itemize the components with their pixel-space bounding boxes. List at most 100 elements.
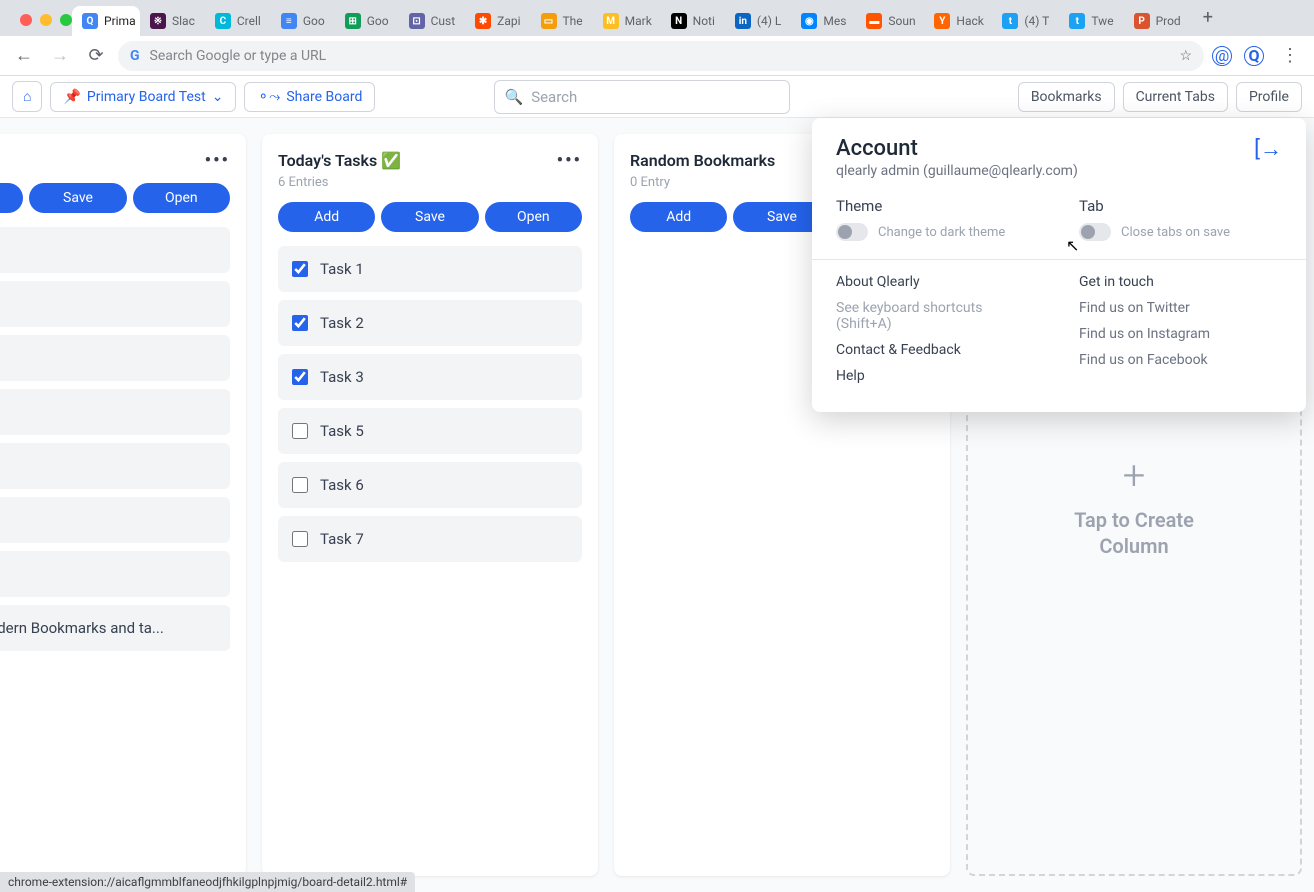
tab-favicon: ≡	[281, 13, 297, 29]
tab-label: (4) L	[757, 14, 781, 28]
task-checkbox[interactable]	[292, 369, 308, 385]
browser-tab[interactable]: ⊡Cust	[399, 6, 466, 36]
account-link[interactable]: About Qlearly	[836, 274, 1039, 290]
open-button[interactable]: Open	[485, 202, 582, 232]
add-button[interactable]: Add	[0, 183, 23, 213]
browser-tab[interactable]: ◉Mes	[791, 6, 856, 36]
browser-tab[interactable]: PProd	[1124, 6, 1191, 36]
extension-icon-1[interactable]: @	[1212, 46, 1232, 66]
save-button[interactable]: Save	[381, 202, 478, 232]
search-input[interactable]: 🔍 Search	[494, 80, 790, 114]
close-window-button[interactable]	[20, 14, 32, 26]
list-item[interactable]: Task 3	[278, 354, 582, 400]
tab-strip: QPrima×※Slac C Crell ≡Goo⊞Goo⊡Cust✱Zapi▭The…	[0, 0, 1314, 36]
profile-button[interactable]: Profile	[1236, 82, 1302, 112]
browser-tab[interactable]: t(4) T	[992, 6, 1059, 36]
social-link[interactable]: Find us on Instagram	[1079, 326, 1282, 342]
list-item[interactable]: va	[0, 281, 230, 327]
browser-tab[interactable]: ▭The	[531, 6, 593, 36]
list-item[interactable]: Task 5	[278, 408, 582, 454]
account-user: qlearly admin (guillaume@qlearly.com)	[836, 163, 1078, 179]
column-menu-icon[interactable]: •••	[205, 150, 230, 171]
browser-tab[interactable]: ✱Zapi	[465, 6, 530, 36]
back-button[interactable]: ←	[10, 42, 38, 70]
social-link[interactable]: Find us on Facebook	[1079, 352, 1282, 368]
column-meta: 6 Entries	[278, 175, 582, 190]
account-link[interactable]: Help	[836, 368, 1039, 384]
save-button[interactable]: Save	[29, 183, 126, 213]
task-checkbox[interactable]	[292, 531, 308, 547]
theme-toggle[interactable]	[836, 223, 868, 241]
list-item[interactable]: r Picker	[0, 551, 230, 597]
browser-tab[interactable]: in(4) L	[725, 6, 791, 36]
list-item[interactable]: us	[0, 389, 230, 435]
maximize-window-button[interactable]	[60, 14, 72, 26]
url-bar-right: @ Q ⋮	[1212, 42, 1304, 70]
column: Today's Tasks ✅•••6 EntriesAddSaveOpenTa…	[262, 134, 598, 876]
star-icon[interactable]: ☆	[1179, 48, 1192, 64]
tab-label: The	[563, 14, 583, 28]
task-checkbox[interactable]	[292, 315, 308, 331]
browser-tab[interactable]: C Crell	[205, 6, 271, 36]
add-button[interactable]: Add	[278, 202, 375, 232]
list-item[interactable]: BB	[0, 443, 230, 489]
about-links: About Qlearly See keyboard shortcuts (Shi…	[836, 274, 1039, 394]
minimize-window-button[interactable]	[40, 14, 52, 26]
share-button[interactable]: ⚬⤳ Share Board	[244, 82, 375, 112]
divider	[812, 259, 1306, 260]
task-checkbox[interactable]	[292, 477, 308, 493]
add-button[interactable]: Add	[630, 202, 727, 232]
home-icon: ⌂	[23, 88, 31, 105]
board-selector[interactable]: 📌 Primary Board Test ⌄	[50, 82, 236, 112]
list-item[interactable]: Task 2	[278, 300, 582, 346]
tab-label: Noti	[693, 14, 715, 28]
bookmarks-button[interactable]: Bookmarks	[1018, 82, 1115, 112]
list-item[interactable]: Task 1	[278, 246, 582, 292]
browser-menu-icon[interactable]: ⋮	[1276, 42, 1304, 70]
browser-tab[interactable]: YHack	[924, 6, 992, 36]
list-item[interactable]: o	[0, 227, 230, 273]
task-checkbox[interactable]	[292, 423, 308, 439]
list-item[interactable]: arly - Modern Bookmarks and ta...	[0, 605, 230, 651]
tab-label: Hack	[956, 14, 983, 28]
tab-label: Tab	[1079, 197, 1282, 215]
tab-favicon: ◉	[801, 13, 817, 29]
account-link[interactable]: Contact & Feedback	[836, 342, 1039, 358]
browser-tab[interactable]: ▬Soun	[856, 6, 924, 36]
browser-tab[interactable]: ⊞Goo	[335, 6, 399, 36]
tab-favicon: ⊞	[345, 13, 361, 29]
url-bar[interactable]: G Search Google or type a URL ☆	[118, 41, 1204, 71]
list-item[interactable]: Task 6	[278, 462, 582, 508]
column-menu-icon[interactable]: •••	[557, 150, 582, 171]
forward-button[interactable]: →	[46, 42, 74, 70]
task-checkbox[interactable]	[292, 261, 308, 277]
tab-toggle[interactable]	[1079, 223, 1111, 241]
list-item[interactable]: Task 7	[278, 516, 582, 562]
browser-tab[interactable]: MMark	[593, 6, 661, 36]
tab-label: Crell	[237, 14, 261, 28]
account-title: Account	[836, 136, 1078, 161]
item-label: Task 2	[320, 314, 364, 332]
plus-icon: +	[1123, 452, 1146, 499]
browser-tab[interactable]: QPrima×	[72, 6, 140, 36]
new-tab-button[interactable]: +	[1191, 0, 1225, 36]
extension-icon-2[interactable]: Q	[1244, 46, 1264, 66]
tab-label: (4) T	[1024, 14, 1049, 28]
social-link[interactable]: Find us on Twitter	[1079, 300, 1282, 316]
home-button[interactable]: ⌂	[12, 81, 42, 112]
account-link[interactable]: See keyboard shortcuts (Shift+A)	[836, 300, 1039, 332]
tab-label: Cust	[431, 14, 456, 28]
open-button[interactable]: Open	[133, 183, 230, 213]
tab-favicon: C	[215, 13, 231, 29]
logout-icon[interactable]: [→	[1254, 136, 1282, 162]
browser-tab[interactable]: ※Slac	[140, 6, 205, 36]
browser-tab[interactable]: tTwe	[1059, 6, 1123, 36]
pin-icon: 📌	[63, 89, 80, 105]
list-item[interactable]: m	[0, 335, 230, 381]
reload-button[interactable]: ⟳	[82, 42, 110, 70]
browser-tab[interactable]: ≡Goo	[271, 6, 335, 36]
browser-tab[interactable]: NNoti	[661, 6, 725, 36]
current-tabs-button[interactable]: Current Tabs	[1123, 82, 1228, 112]
list-item[interactable]: ance	[0, 497, 230, 543]
tab-label: Prod	[1156, 14, 1181, 28]
